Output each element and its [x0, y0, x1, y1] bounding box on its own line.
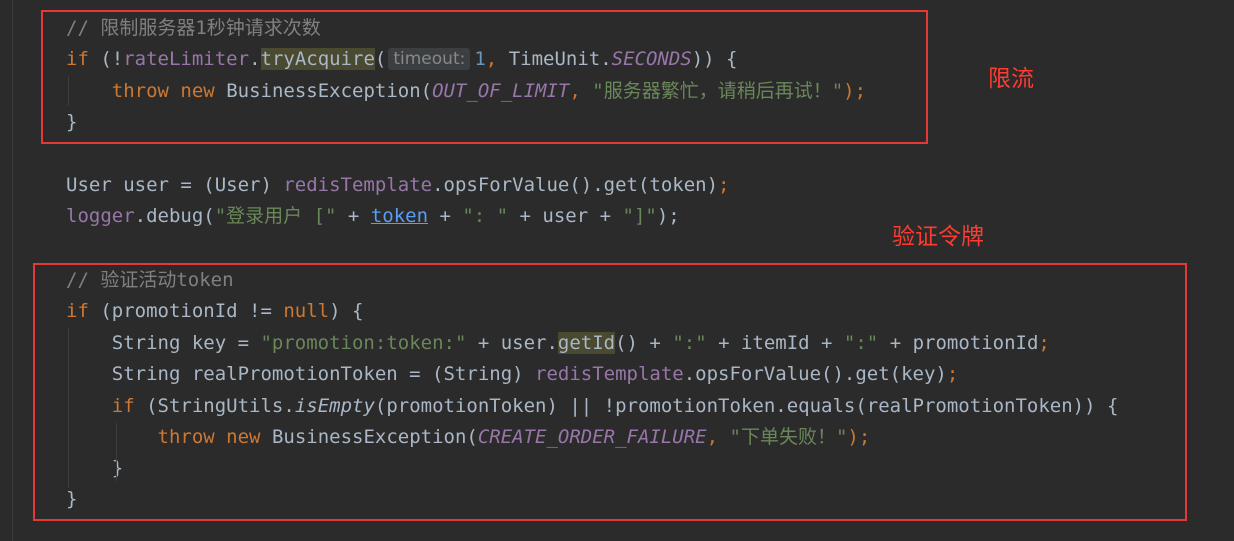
- field-redis-template: redisTemplate: [283, 174, 433, 196]
- code-text: +: [428, 205, 463, 227]
- code-text: +: [336, 205, 371, 227]
- string-literal: "登录用户 [": [214, 205, 337, 227]
- code-text: User user = (User): [66, 174, 284, 196]
- code-text: .opsForValue().get(token): [432, 174, 719, 196]
- gutter-divider: [12, 0, 13, 541]
- verify-token-label: 验证令牌: [892, 224, 984, 250]
- token-link[interactable]: token: [371, 205, 428, 227]
- verify-token-highlight-box: [33, 263, 1187, 521]
- code-text: );: [656, 205, 680, 227]
- string-literal: "]": [622, 205, 657, 227]
- rate-limit-label: 限流: [988, 66, 1034, 92]
- field-logger: logger: [66, 205, 135, 227]
- code-text: + user +: [508, 205, 623, 227]
- rate-limit-highlight-box: [41, 10, 928, 144]
- code-text: .debug(: [134, 205, 215, 227]
- string-literal: ": ": [462, 205, 509, 227]
- code-line-6[interactable]: logger.debug("登录用户 [" + token + ": " + u…: [66, 203, 680, 229]
- code-line-5[interactable]: User user = (User) redisTemplate.opsForV…: [66, 172, 730, 198]
- semicolon: ;: [718, 174, 730, 196]
